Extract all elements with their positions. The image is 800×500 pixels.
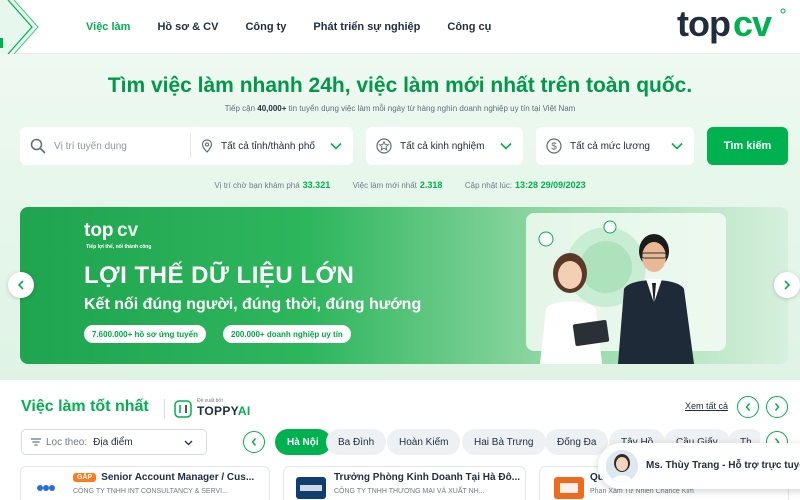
urgent-badge: GẤP	[73, 473, 97, 482]
chip-location[interactable]: Hai Bà Trưng	[462, 429, 546, 455]
nav-item-career[interactable]: Phát triển sự nghiệp	[313, 21, 420, 33]
hero-title: Tìm việc làm nhanh 24h, việc làm mới nhấ…	[107, 74, 693, 97]
salary-select-value: Tất cả mức lương	[570, 140, 650, 152]
support-chat-widget[interactable]: Ms. Thùy Trang - Hỗ trợ trực tuyến	[598, 443, 800, 489]
stat-waiting-label: Vị trí chờ bạn khám phá	[214, 181, 300, 190]
banner-pill-profiles: 7.600.000+ hồ sơ ứng tuyển	[84, 325, 206, 343]
banner-next-button[interactable]	[774, 272, 800, 298]
job-company: CÔNG TY TNHH THƯƠNG MẠI VÀ XUẤT NH...	[334, 488, 485, 495]
nav-item-jobs[interactable]: Việc làm	[86, 21, 130, 33]
main-nav: Việc làm Hồ sơ & CV Công ty Phát triển s…	[86, 0, 518, 54]
best-jobs-title: Việc làm tốt nhất	[21, 398, 149, 415]
location-pin-icon	[201, 139, 213, 153]
stat-waiting-value: 33.321	[302, 180, 331, 190]
chevron-left-icon	[251, 438, 257, 446]
chevron-right-icon	[784, 280, 791, 290]
hero-subtitle-prefix: Tiếp cận	[224, 104, 256, 113]
chevron-down-icon	[184, 440, 193, 446]
chevron-right-icon	[774, 403, 780, 411]
chevron-left-icon	[17, 280, 24, 290]
chevron-down-icon	[500, 142, 512, 150]
banner-tagline: Tiếp lợi thế, nối thành công	[86, 244, 152, 250]
banner-headline: LỢI THẾ DỮ LIỆU LỚN	[84, 262, 355, 289]
toppy-ai-icon	[174, 400, 192, 418]
jobs-next-page-button[interactable]	[766, 396, 788, 418]
chip-location[interactable]: Hà Nội	[275, 429, 331, 455]
svg-text:cv: cv	[117, 220, 139, 241]
top-header: Việc làm Hồ sơ & CV Công ty Phát triển s…	[0, 0, 800, 54]
stat-new-value: 2.318	[419, 180, 443, 190]
location-select-value: Tất cả tỉnh/thành phố	[221, 140, 315, 152]
filter-label: Lọc theo:	[46, 436, 88, 448]
stat-updated-label: Cập nhật lúc:	[464, 181, 513, 190]
job-title-text: Senior Account Manager / Cus...	[101, 472, 255, 483]
chip-location[interactable]: Đống Đa	[545, 429, 609, 455]
stat-updated-value: 13:28 29/09/2023	[515, 180, 586, 190]
search-icon	[30, 138, 46, 154]
nav-item-profile-cv[interactable]: Hồ sơ & CV	[157, 21, 218, 33]
chevron-down-icon	[330, 142, 342, 150]
job-title: Trưởng Phòng Kinh Doanh Tại Hà Đô...	[334, 472, 521, 483]
search-stats: Vị trí chờ bạn khám phá 33.321 Việc làm m…	[0, 180, 800, 190]
nav-item-company[interactable]: Công ty	[245, 21, 286, 33]
chip-location[interactable]: Ba Đình	[326, 429, 387, 455]
banner-topcv-logo: top cv	[84, 220, 139, 241]
toppy-name: TOPPY	[197, 404, 238, 418]
experience-select-value: Tất cả kinh nghiệm	[400, 140, 485, 152]
banner-subheadline: Kết nối đúng người, đúng thời, đúng hướn…	[84, 296, 422, 313]
hero-subtitle-rest: tin tuyển dụng việc làm mỗi ngày từ hàng…	[288, 104, 576, 113]
job-card[interactable]: GẤP Senior Account Manager / Cus... CÔNG …	[20, 466, 270, 500]
svg-text:top: top	[677, 3, 730, 44]
stat-new-label: Việc làm mới nhất	[352, 181, 417, 190]
salary-select[interactable]: $ Tất cả mức lương	[536, 127, 694, 165]
location-select[interactable]: Tất cả tỉnh/thành phố	[200, 127, 315, 165]
banner-people-illustration	[526, 213, 726, 364]
company-logo	[296, 477, 326, 499]
search-keyword-box[interactable]: Tất cả tỉnh/thành phố	[20, 127, 353, 165]
topcv-logo[interactable]: top cv	[677, 2, 789, 46]
section-divider	[164, 399, 165, 419]
company-logo	[554, 477, 584, 499]
support-chat-label: Ms. Thùy Trang - Hỗ trợ trực tuyến	[646, 460, 800, 471]
svg-text:$: $	[551, 142, 557, 153]
svg-text:cv: cv	[733, 3, 772, 44]
header-decoration	[0, 0, 40, 54]
banner-prev-button[interactable]	[8, 272, 34, 298]
chip-location[interactable]: Hoàn Kiếm	[387, 429, 461, 455]
promo-banner[interactable]: top cv Tiếp lợi thế, nối thành công LỢI …	[20, 207, 788, 364]
svg-text:top: top	[84, 220, 114, 241]
job-company: CÔNG TY TNHH INT CONSULTANCY & SERVI...	[73, 488, 228, 495]
support-avatar-image	[606, 450, 638, 482]
hero-subtitle-count: 40,000+	[257, 104, 287, 113]
toppy-ai-suffix: AI	[237, 404, 251, 418]
company-logo	[31, 477, 61, 499]
job-card[interactable]: Trưởng Phòng Kinh Doanh Tại Hà Đô... CÔN…	[283, 466, 526, 500]
job-title: GẤP Senior Account Manager / Cus...	[73, 472, 254, 483]
experience-select[interactable]: Tất cả kinh nghiệm	[366, 127, 523, 165]
avatar	[606, 450, 638, 482]
job-company: Phan Xâm Tư Nhiên Chance Kim	[590, 488, 694, 495]
nav-item-tools[interactable]: Công cụ	[447, 21, 491, 33]
filter-dropdown[interactable]: Lọc theo: Địa điểm	[21, 429, 207, 455]
search-keyword-input[interactable]	[54, 140, 174, 152]
chevron-down-icon	[671, 142, 683, 150]
search-button[interactable]: Tìm kiếm	[707, 127, 788, 165]
filter-icon	[31, 438, 41, 446]
filter-value: Địa điểm	[93, 436, 133, 448]
toppy-brand: TOPPYAI	[197, 404, 250, 418]
star-icon	[376, 138, 392, 154]
hero-subtitle: Tiếp cận 40,000+ tin tuyển dụng việc làm…	[0, 104, 800, 113]
dollar-icon: $	[546, 138, 562, 154]
search-divider	[190, 134, 191, 158]
banner-pill-companies: 200.000+ doanh nghiệp uy tín	[223, 325, 351, 343]
chips-prev-button[interactable]	[243, 431, 265, 453]
